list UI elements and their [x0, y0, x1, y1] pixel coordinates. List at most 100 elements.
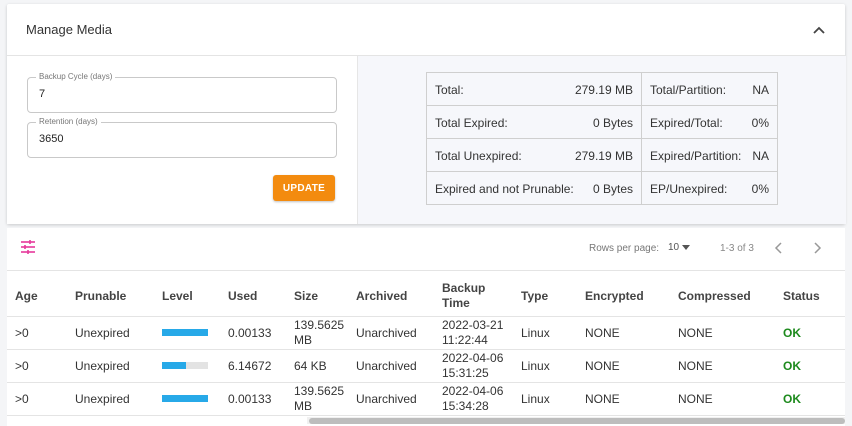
column-header-archived[interactable]: Archived — [356, 289, 407, 304]
cell-size: 139.5625 MB — [294, 318, 345, 347]
cell-used: 6.14672 — [228, 359, 272, 373]
stat-total-partition: Total/Partition: NA — [641, 72, 778, 106]
rows-per-page-select[interactable]: 10 — [668, 242, 691, 253]
cell-prunable: Unexpired — [75, 326, 130, 340]
table-row[interactable]: >0 Unexpired 0.00133 139.5625 MB Unarchived 2… — [7, 383, 845, 416]
table-toolbar: Rows per page: 10 1-3 of 3 — [7, 228, 845, 270]
stat-expired-total: Expired/Total: 0% — [641, 105, 778, 139]
backup-cycle-label: Backup Cycle (days) — [36, 71, 116, 83]
cell-encrypted: NONE — [585, 392, 620, 406]
stat-ep-unexpired: EP/Unexpired: 0% — [641, 171, 778, 205]
column-header-status[interactable]: Status — [783, 289, 820, 304]
level-bar-fill — [162, 395, 208, 402]
cell-archived: Unarchived — [356, 326, 417, 340]
chevron-left-icon[interactable] — [772, 241, 786, 255]
cell-age: >0 — [15, 359, 29, 373]
stat-label: Expired/Partition: — [650, 149, 742, 163]
cell-type: Linux — [521, 359, 550, 373]
stat-value: 0 Bytes — [592, 116, 633, 130]
chevron-up-icon[interactable] — [812, 23, 826, 37]
cell-backup-time: 2022-03-21 11:22:44 — [442, 318, 504, 347]
cell-type: Linux — [521, 326, 550, 340]
stat-value: 0% — [751, 116, 769, 130]
column-header-type[interactable]: Type — [521, 289, 548, 304]
stat-label: Total: — [435, 83, 464, 97]
rows-per-page-value: 10 — [668, 242, 680, 253]
chevron-right-icon[interactable] — [810, 241, 824, 255]
cell-encrypted: NONE — [585, 359, 620, 373]
cell-used: 0.00133 — [228, 326, 272, 340]
media-table: Age Prunable Level Used Size Archived Ba… — [7, 270, 845, 416]
tune-icon[interactable] — [20, 239, 36, 255]
stat-value: 279.19 MB — [574, 83, 633, 97]
stat-label: Total Unexpired: — [435, 149, 522, 163]
stat-label: Total Expired: — [435, 116, 508, 130]
column-header-encrypted[interactable]: Encrypted — [585, 289, 644, 304]
cell-backup-time: 2022-04-06 15:34:28 — [442, 384, 504, 413]
stat-label: Expired/Total: — [650, 116, 723, 130]
cell-archived: Unarchived — [356, 359, 417, 373]
table-row[interactable]: >0 Unexpired 6.14672 64 KB Unarchived 2022-04… — [7, 350, 845, 383]
stat-label: EP/Unexpired: — [650, 182, 728, 196]
settings-panel: Backup Cycle (days) 7 Retention (days) 3… — [7, 56, 357, 224]
cell-compressed: NONE — [678, 359, 713, 373]
backup-cycle-field[interactable]: Backup Cycle (days) 7 — [27, 71, 337, 113]
cell-type: Linux — [521, 392, 550, 406]
stat-total-unexpired: Total Unexpired: 279.19 MB — [426, 138, 642, 172]
stats-table: Total: 279.19 MB Total/Partition: NA Total… — [426, 72, 778, 205]
column-header-age[interactable]: Age — [15, 289, 38, 304]
cell-age: >0 — [15, 392, 29, 406]
cell-archived: Unarchived — [356, 392, 417, 406]
cell-age: >0 — [15, 326, 29, 340]
column-header-compressed[interactable]: Compressed — [678, 289, 751, 304]
backup-cycle-value: 7 — [39, 88, 46, 100]
retention-label: Retention (days) — [36, 116, 101, 128]
stats-row: Total Unexpired: 279.19 MB Expired/Partit… — [426, 138, 778, 172]
stat-value: 0 Bytes — [592, 182, 633, 196]
table-header-row: Age Prunable Level Used Size Archived Ba… — [7, 271, 845, 317]
stats-row: Total: 279.19 MB Total/Partition: NA — [426, 72, 778, 106]
stat-value: NA — [752, 149, 769, 163]
cell-encrypted: NONE — [585, 326, 620, 340]
level-bar-fill — [162, 362, 186, 369]
cell-status: OK — [783, 392, 801, 406]
stats-panel: Total: 279.19 MB Total/Partition: NA Total… — [357, 56, 846, 224]
stat-value: 0% — [751, 182, 769, 196]
stat-label: Expired and not Prunable: — [435, 182, 574, 196]
cell-prunable: Unexpired — [75, 359, 130, 373]
column-header-prunable[interactable]: Prunable — [75, 289, 126, 304]
retention-field[interactable]: Retention (days) 3650 — [27, 116, 337, 158]
level-bar-fill — [162, 329, 208, 336]
column-header-level[interactable]: Level — [162, 289, 193, 304]
stats-row: Total Expired: 0 Bytes Expired/Total: 0% — [426, 105, 778, 139]
level-bar — [162, 395, 208, 402]
cell-status: OK — [783, 326, 801, 340]
column-header-size[interactable]: Size — [294, 289, 318, 304]
update-button[interactable]: UPDATE — [273, 175, 335, 201]
level-bar — [162, 329, 208, 336]
stat-value: 279.19 MB — [574, 149, 633, 163]
media-table-section: Rows per page: 10 1-3 of 3 Age Prunable … — [7, 228, 845, 426]
cell-size: 139.5625 MB — [294, 384, 345, 413]
pagination-range: 1-3 of 3 — [720, 243, 754, 254]
stat-expired-not-prunable: Expired and not Prunable: 0 Bytes — [426, 171, 642, 205]
page-title: Manage Media — [26, 22, 112, 37]
cell-prunable: Unexpired — [75, 392, 130, 406]
stat-total: Total: 279.19 MB — [426, 72, 642, 106]
retention-value: 3650 — [39, 133, 64, 145]
caret-down-icon — [682, 244, 691, 250]
cell-compressed: NONE — [678, 392, 713, 406]
column-header-backup-time[interactable]: Backup Time — [442, 281, 492, 311]
cell-compressed: NONE — [678, 326, 713, 340]
cell-backup-time: 2022-04-06 15:31:25 — [442, 351, 504, 380]
table-row[interactable]: >0 Unexpired 0.00133 139.5625 MB Unarchived 2… — [7, 317, 845, 350]
horizontal-scrollbar-thumb[interactable] — [309, 418, 845, 424]
column-header-used[interactable]: Used — [228, 289, 257, 304]
level-bar — [162, 362, 208, 369]
stat-value: NA — [752, 83, 769, 97]
cell-used: 0.00133 — [228, 392, 272, 406]
manage-media-card: Manage Media Backup Cycle (days) 7 Reten… — [7, 4, 846, 224]
cell-size: 64 KB — [294, 359, 327, 373]
card-header[interactable]: Manage Media — [7, 4, 845, 56]
stat-label: Total/Partition: — [650, 83, 727, 97]
